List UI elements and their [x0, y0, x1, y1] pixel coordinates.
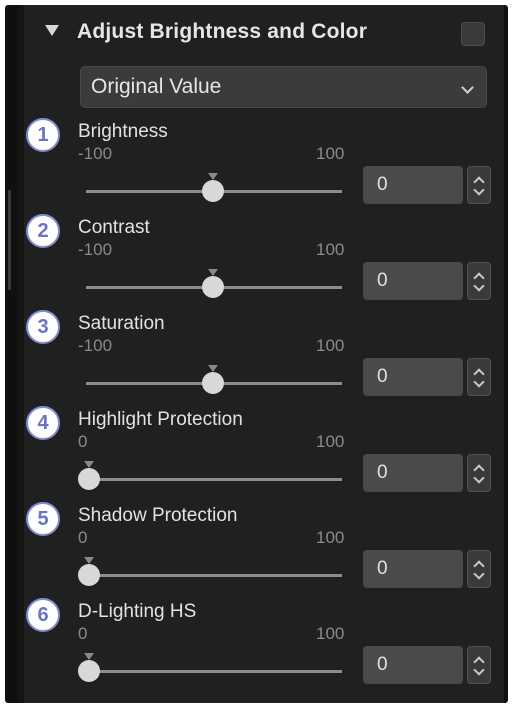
slider-d-lighting-hs: 6 D-Lighting HS 0 100 0: [0, 598, 512, 694]
slider-thumb[interactable]: [202, 180, 224, 202]
slider-label: D-Lighting HS: [78, 601, 197, 622]
slider-min-label: -100: [78, 336, 113, 355]
panel-title: Adjust Brightness and Color: [77, 20, 368, 43]
slider-max-label: 100: [316, 432, 345, 451]
slider-min-label: -100: [78, 240, 113, 259]
slider-max-label: 100: [316, 144, 345, 163]
slider-brightness: 1 Brightness -100 100 0: [0, 118, 512, 214]
default-marker-icon: [84, 653, 94, 660]
value-input[interactable]: 0: [363, 358, 463, 396]
slider-max-label: 100: [316, 240, 345, 259]
value-text: 0: [377, 558, 388, 579]
value-text: 0: [377, 366, 388, 387]
slider-min-label: 0: [78, 528, 88, 547]
chevron-down-icon: [461, 81, 474, 94]
value-input[interactable]: 0: [363, 166, 463, 204]
up-down-arrows-icon[interactable]: [467, 454, 491, 492]
default-marker-icon: [84, 557, 94, 564]
callout-badge: 4: [26, 406, 60, 440]
slider-min-label: 0: [78, 432, 88, 451]
callout-badge: 5: [26, 502, 60, 536]
panel-header[interactable]: Adjust Brightness and Color: [45, 18, 495, 52]
default-marker-icon: [208, 269, 218, 276]
value-text: 0: [377, 654, 388, 675]
up-down-arrows-icon[interactable]: [467, 166, 491, 204]
callout-badge: 1: [26, 118, 60, 152]
slider-max-label: 100: [316, 336, 345, 355]
default-marker-icon: [208, 173, 218, 180]
slider-max-label: 100: [316, 528, 345, 547]
value-text: 0: [377, 270, 388, 291]
slider-label: Highlight Protection: [78, 409, 243, 430]
slider-label: Shadow Protection: [78, 505, 238, 526]
slider-thumb[interactable]: [202, 372, 224, 394]
slider-min-label: -100: [78, 144, 113, 163]
up-down-arrows-icon[interactable]: [467, 262, 491, 300]
slider-track[interactable]: [86, 574, 342, 577]
slider-thumb[interactable]: [78, 468, 100, 490]
value-input[interactable]: 0: [363, 550, 463, 588]
slider-shadow-protection: 5 Shadow Protection 0 100 0: [0, 502, 512, 598]
value-input[interactable]: 0: [363, 454, 463, 492]
preset-dropdown[interactable]: Original Value: [80, 66, 487, 108]
callout-badge: 6: [26, 598, 60, 632]
value-input[interactable]: 0: [363, 262, 463, 300]
callout-badge: 3: [26, 310, 60, 344]
value-input[interactable]: 0: [363, 646, 463, 684]
up-down-arrows-icon[interactable]: [467, 358, 491, 396]
slider-contrast: 2 Contrast -100 100 0: [0, 214, 512, 310]
slider-label: Contrast: [78, 217, 150, 238]
slider-track[interactable]: [86, 478, 342, 481]
default-marker-icon: [84, 461, 94, 468]
up-down-arrows-icon[interactable]: [467, 646, 491, 684]
slider-label: Saturation: [78, 313, 165, 334]
enable-checkbox[interactable]: [461, 22, 485, 46]
slider-thumb[interactable]: [202, 276, 224, 298]
slider-thumb[interactable]: [78, 660, 100, 682]
slider-highlight-protection: 4 Highlight Protection 0 100 0: [0, 406, 512, 502]
value-text: 0: [377, 174, 388, 195]
slider-max-label: 100: [316, 624, 345, 643]
value-text: 0: [377, 462, 388, 483]
up-down-arrows-icon[interactable]: [467, 550, 491, 588]
slider-min-label: 0: [78, 624, 88, 643]
preset-selected-value: Original Value: [91, 75, 222, 98]
slider-track[interactable]: [86, 670, 342, 673]
callout-badge: 2: [26, 214, 60, 248]
slider-label: Brightness: [78, 121, 168, 142]
slider-thumb[interactable]: [78, 564, 100, 586]
default-marker-icon: [208, 365, 218, 372]
slider-saturation: 3 Saturation -100 100 0: [0, 310, 512, 406]
triangle-down-icon[interactable]: [45, 25, 59, 36]
